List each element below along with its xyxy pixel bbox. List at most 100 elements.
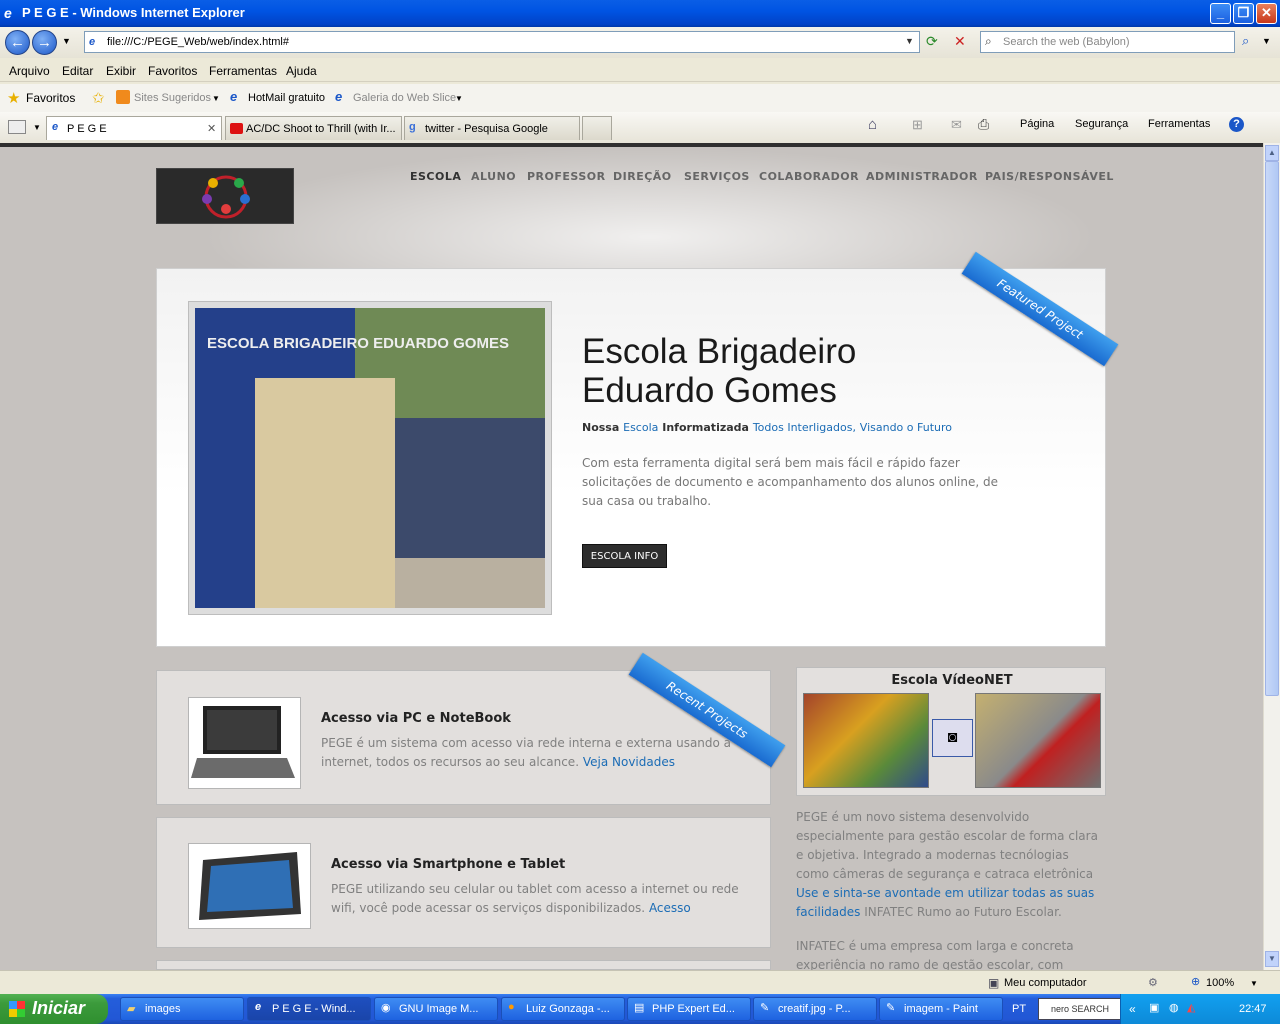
taskbar-item-label: Luiz Gonzaga -... [526,1003,610,1015]
nav-pais-responsavel[interactable]: PAIS/RESPONSÁVEL [985,170,1114,183]
tag-link-escola[interactable]: Escola [623,421,658,434]
search-options-icon[interactable]: ▼ [1262,36,1271,46]
scroll-up-icon[interactable]: ▲ [1265,145,1279,161]
nav-aluno[interactable]: ALUNO [471,170,516,183]
start-button[interactable]: Iniciar [0,994,108,1024]
fav-item-web-slice[interactable]: Galeria do Web Slice [353,92,456,104]
veja-novidades-link[interactable]: Veja Novidades [583,755,675,769]
fav-item-hotmail[interactable]: HotMail gratuito [248,92,325,104]
tab-acdc[interactable]: AC/DC Shoot to Thrill (with Ir... [225,116,402,140]
taskbar-item-gimp[interactable]: ◉ GNU Image M... [374,997,498,1021]
forward-button[interactable]: → [32,30,57,55]
maximize-button[interactable]: ❐ [1233,3,1254,24]
tag-word: Nossa [582,421,620,434]
photo-sign-text: ESCOLA BRIGADEIRO EDUARDO GOMES [207,335,509,352]
print-icon[interactable]: ⎙ [978,116,989,133]
tab-twitter[interactable]: g twitter - Pesquisa Google [404,116,580,140]
feeds-icon[interactable]: ⊞ [912,117,923,133]
address-dropdown-icon[interactable]: ▼ [905,36,914,46]
vertical-scrollbar[interactable]: ▲ ▼ [1263,143,1280,970]
camera-feed-2[interactable] [975,693,1101,788]
nav-direcao[interactable]: DIREÇÃO [613,170,672,183]
webslice-icon: e [335,89,343,104]
taskbar-item-php[interactable]: ▤ PHP Expert Ed... [627,997,751,1021]
add-favorite-icon[interactable]: ✩ [92,89,105,107]
card-body: PEGE é um sistema com acesso via rede in… [321,734,741,772]
mail-icon[interactable]: ✉ [951,117,962,133]
menu-arquivo[interactable]: Arquivo [9,64,50,78]
menu-favoritos[interactable]: Favoritos [148,64,197,78]
paint-icon: ✎ [886,1002,896,1014]
scroll-thumb[interactable] [1265,161,1279,696]
cmd-seguranca[interactable]: Segurança [1075,118,1128,130]
nav-escola[interactable]: ESCOLA [410,170,461,183]
escola-info-button[interactable]: ESCOLA INFO [582,544,667,568]
zone-text: Meu computador [1004,977,1087,989]
cmd-ferramentas[interactable]: Ferramentas [1148,118,1210,130]
tab-label: twitter - Pesquisa Google [425,123,548,135]
language-indicator[interactable]: PT [1012,1003,1026,1015]
nav-administrador[interactable]: ADMINISTRADOR [866,170,978,183]
url-text: file:///C:/PEGE_Web/web/index.html# [107,36,289,48]
favorites-button[interactable]: Favoritos [26,91,75,105]
tray-arrow-icon[interactable]: « [1129,1002,1136,1016]
stop-icon[interactable]: ✕ [954,33,966,50]
menu-editar[interactable]: Editar [62,64,93,78]
close-button[interactable]: ✕ [1256,3,1277,24]
menu-ajuda[interactable]: Ajuda [286,64,317,78]
webslice-dropdown-icon[interactable]: ▼ [455,94,463,103]
tab-list-dropdown-icon[interactable]: ▼ [33,123,41,132]
taskbar-item-firefox[interactable]: ● Luiz Gonzaga -... [501,997,625,1021]
network-icon[interactable]: ▣ [1149,1001,1159,1014]
site-logo[interactable] [156,168,294,224]
nav-servicos[interactable]: SERVIÇOS [684,170,750,183]
nero-search-box[interactable]: nero SEARCH [1038,998,1122,1020]
zoom-dropdown-icon[interactable]: ▼ [1250,979,1258,988]
card-title: Acesso via PC e NoteBook [321,711,511,726]
taskbar-item-images[interactable]: ▰ images [120,997,244,1021]
close-tab-icon[interactable]: ✕ [207,122,216,135]
help-icon[interactable]: ? [1229,117,1244,132]
minimize-button[interactable]: _ [1210,3,1231,24]
fav-dropdown-icon[interactable]: ▼ [212,94,220,103]
volume-icon[interactable]: ◍ [1169,1001,1179,1014]
taskbar-item-label: creatif.jpg - P... [778,1003,851,1015]
scroll-down-icon[interactable]: ▼ [1265,951,1279,967]
menu-ferramentas[interactable]: Ferramentas [209,64,277,78]
clock[interactable]: 22:47 [1239,1003,1267,1015]
tag-link-futuro[interactable]: Visando o Futuro [860,421,952,434]
fav-item-sites-sugeridos[interactable]: Sites Sugeridos [134,92,211,104]
search-go-icon[interactable]: ⌕ [1242,33,1249,49]
address-bar[interactable]: e file:///C:/PEGE_Web/web/index.html# ▼ [84,31,920,53]
windows-flag-icon [9,1001,25,1017]
taskbar-item-label: GNU Image M... [399,1003,479,1015]
acesso-link[interactable]: Acesso [649,901,691,915]
camera-feed-1[interactable] [803,693,929,788]
tag-link-interligados[interactable]: Todos Interligados [753,421,853,434]
tab-pege[interactable]: e P E G E ✕ [46,116,222,140]
nav-professor[interactable]: PROFESSOR [527,170,606,183]
title-bar[interactable]: e P E G E - Windows Internet Explorer _ … [0,0,1280,27]
nav-colaborador[interactable]: COLABORADOR [759,170,859,183]
new-tab-button[interactable] [582,116,612,140]
quick-tabs-icon[interactable] [8,120,26,134]
taskbar-item-imagem[interactable]: ✎ imagem - Paint [879,997,1003,1021]
antivirus-icon[interactable]: ◭ [1187,1001,1195,1014]
cmd-pagina[interactable]: Página [1020,118,1054,130]
taskbar-item-creatif[interactable]: ✎ creatif.jpg - P... [753,997,877,1021]
google-icon: g [409,121,416,133]
menu-exibir[interactable]: Exibir [106,64,136,78]
php-icon: ▤ [634,1002,645,1014]
back-button[interactable]: ← [5,30,30,55]
search-box[interactable]: ⌕ Search the web (Babylon) [980,31,1235,53]
taskbar-item-pege[interactable]: e P E G E - Wind... [247,997,371,1021]
zoom-level[interactable]: 100% [1206,977,1234,989]
feature-title-line1: Escola Brigadeiro [582,332,857,371]
protected-mode-icon[interactable]: ⚙ [1148,976,1158,989]
history-dropdown-icon[interactable]: ▼ [62,36,71,46]
favorites-bar: ★ Favoritos ✩ Sites Sugeridos ▼ e HotMai… [0,84,1280,112]
taskbar-item-label: PHP Expert Ed... [652,1003,735,1015]
refresh-icon[interactable]: ⟳ [926,33,938,50]
home-icon[interactable]: ⌂ [868,116,877,133]
card-next [156,960,771,970]
